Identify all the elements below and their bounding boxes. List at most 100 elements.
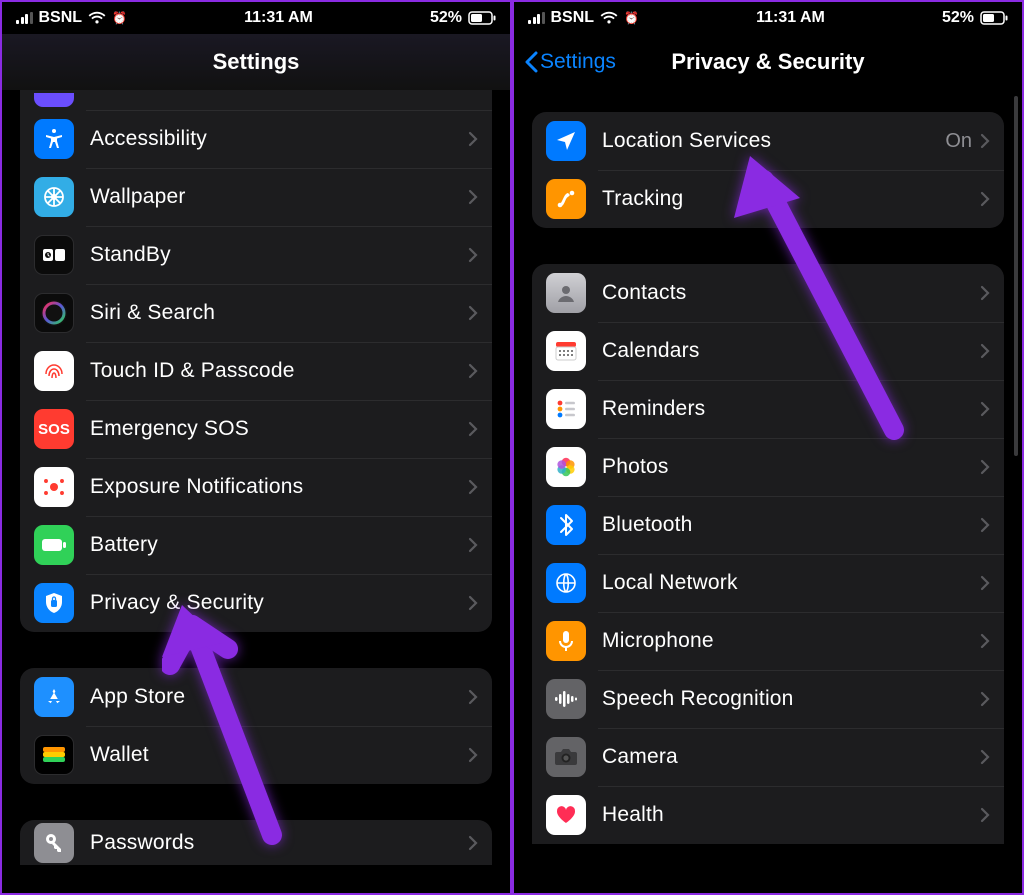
row-label: Passwords (90, 831, 468, 855)
chevron-right-icon (980, 691, 990, 707)
chevron-right-icon (980, 285, 990, 301)
battery-status-icon (468, 11, 496, 25)
wallet-icon (34, 735, 74, 775)
battery-percent: 52% (430, 9, 462, 27)
row-label: Speech Recognition (602, 687, 980, 711)
health-icon (546, 795, 586, 835)
chevron-right-icon (468, 479, 478, 495)
row-appstore[interactable]: App Store (20, 668, 492, 726)
row-battery[interactable]: Battery (20, 516, 492, 574)
partial-row (20, 90, 492, 110)
row-sos[interactable]: SOS Emergency SOS (20, 400, 492, 458)
row-label: Bluetooth (602, 513, 980, 537)
privacy-scroll[interactable]: Location Services On Tracking Contacts C… (514, 90, 1022, 893)
chevron-right-icon (980, 749, 990, 765)
localnetwork-icon (546, 563, 586, 603)
chevron-right-icon (468, 131, 478, 147)
settings-group-1: App Store Wallet (20, 668, 492, 784)
status-time: 11:31 AM (244, 9, 313, 27)
row-exposure[interactable]: Exposure Notifications (20, 458, 492, 516)
alarm-icon: ⏰ (624, 11, 639, 25)
microphone-icon (546, 621, 586, 661)
reminders-icon (546, 389, 586, 429)
navbar: Settings (2, 34, 510, 90)
alarm-icon: ⏰ (112, 11, 127, 25)
chevron-right-icon (980, 343, 990, 359)
chevron-right-icon (980, 191, 990, 207)
page-title: Settings (213, 49, 300, 75)
camera-icon (546, 737, 586, 777)
row-speech[interactable]: Speech Recognition (532, 670, 1004, 728)
scrollbar[interactable] (1014, 96, 1018, 456)
settings-group-0: Accessibility Wallpaper StandBy Siri & S… (20, 90, 492, 632)
row-contacts[interactable]: Contacts (532, 264, 1004, 322)
status-time: 11:31 AM (756, 9, 825, 27)
row-passwords[interactable]: Passwords (20, 820, 492, 865)
chevron-right-icon (468, 363, 478, 379)
row-photos[interactable]: Photos (532, 438, 1004, 496)
chevron-right-icon (468, 689, 478, 705)
exposure-icon (34, 467, 74, 507)
row-tracking[interactable]: Tracking (532, 170, 1004, 228)
privacy-icon (34, 583, 74, 623)
sos-icon: SOS (34, 409, 74, 449)
privacy-group-0: Location Services On Tracking (532, 112, 1004, 228)
status-bar: BSNL ⏰ 11:31 AM 52% (514, 2, 1022, 34)
chevron-right-icon (468, 305, 478, 321)
speech-icon (546, 679, 586, 719)
row-label: Contacts (602, 281, 980, 305)
tracking-icon (546, 179, 586, 219)
standby-icon (34, 235, 74, 275)
row-health[interactable]: Health (532, 786, 1004, 844)
chevron-right-icon (980, 807, 990, 823)
back-label: Settings (540, 50, 616, 74)
row-value: On (945, 130, 972, 153)
back-button[interactable]: Settings (524, 34, 616, 90)
row-camera[interactable]: Camera (532, 728, 1004, 786)
row-microphone[interactable]: Microphone (532, 612, 1004, 670)
row-label: Calendars (602, 339, 980, 363)
chevron-right-icon (980, 633, 990, 649)
row-label: Microphone (602, 629, 980, 653)
passwords-icon (34, 823, 74, 863)
row-touchid[interactable]: Touch ID & Passcode (20, 342, 492, 400)
row-siri[interactable]: Siri & Search (20, 284, 492, 342)
chevron-right-icon (468, 421, 478, 437)
carrier-label: BSNL (551, 9, 595, 27)
row-standby[interactable]: StandBy (20, 226, 492, 284)
row-wallet[interactable]: Wallet (20, 726, 492, 784)
row-label: Local Network (602, 571, 980, 595)
row-location[interactable]: Location Services On (532, 112, 1004, 170)
row-label: Camera (602, 745, 980, 769)
wifi-icon (600, 11, 618, 25)
chevron-right-icon (468, 835, 478, 851)
row-bluetooth[interactable]: Bluetooth (532, 496, 1004, 554)
phone-left: BSNL ⏰ 11:31 AM 52% Settings Accessibili… (0, 0, 512, 895)
row-label: StandBy (90, 243, 468, 267)
row-label: App Store (90, 685, 468, 709)
chevron-right-icon (980, 517, 990, 533)
settings-scroll[interactable]: Accessibility Wallpaper StandBy Siri & S… (2, 90, 510, 893)
row-privacy[interactable]: Privacy & Security (20, 574, 492, 632)
battery-percent: 52% (942, 9, 974, 27)
row-calendars[interactable]: Calendars (532, 322, 1004, 380)
phone-right: BSNL ⏰ 11:31 AM 52% Settings Privacy & S… (512, 0, 1024, 895)
calendar-icon (546, 331, 586, 371)
row-localnetwork[interactable]: Local Network (532, 554, 1004, 612)
chevron-right-icon (980, 459, 990, 475)
wallpaper-icon (34, 177, 74, 217)
carrier-label: BSNL (39, 9, 83, 27)
row-accessibility[interactable]: Accessibility (20, 110, 492, 168)
row-label: Exposure Notifications (90, 475, 468, 499)
row-reminders[interactable]: Reminders (532, 380, 1004, 438)
row-wallpaper[interactable]: Wallpaper (20, 168, 492, 226)
privacy-group-1: Contacts Calendars Reminders Photos Blue (532, 264, 1004, 844)
settings-group-2: Passwords (20, 820, 492, 865)
row-label: Siri & Search (90, 301, 468, 325)
row-label: Privacy & Security (90, 591, 468, 615)
row-label: Touch ID & Passcode (90, 359, 468, 383)
status-bar: BSNL ⏰ 11:31 AM 52% (2, 2, 510, 34)
accessibility-icon (34, 119, 74, 159)
chevron-right-icon (468, 189, 478, 205)
signal-icon (16, 12, 33, 24)
